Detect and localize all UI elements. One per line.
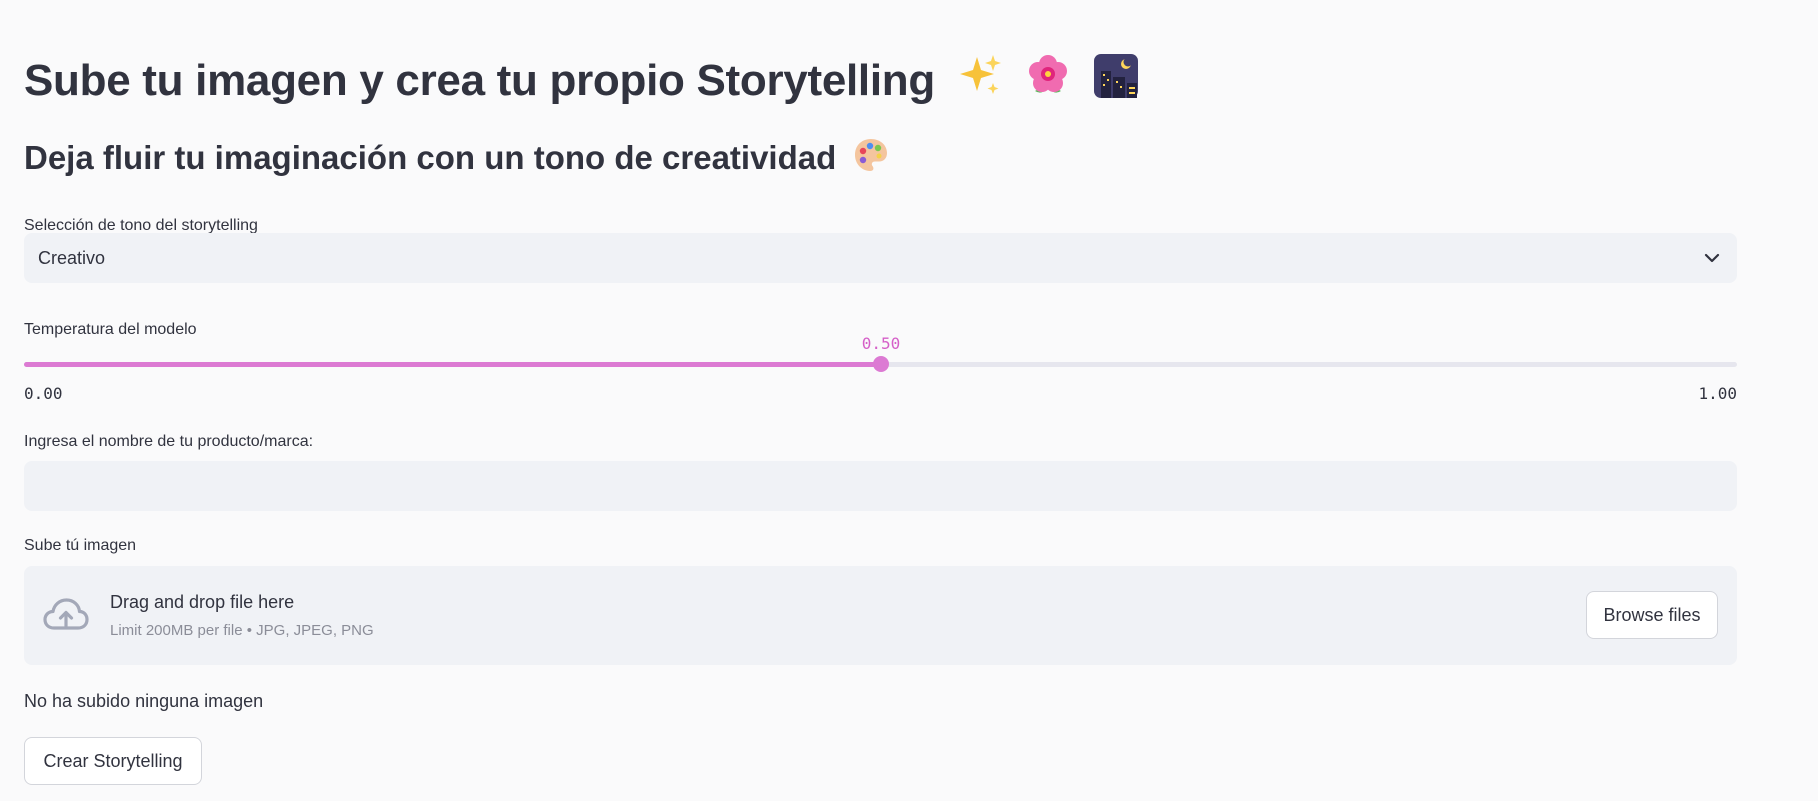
page-subtitle-text: Deja fluir tu imaginación con un tono de… [24, 139, 837, 176]
tone-select-value: Creativo [38, 248, 106, 268]
upload-limit-text: Limit 200MB per file • JPG, JPEG, PNG [110, 622, 374, 639]
flower-icon [1025, 53, 1071, 114]
palette-icon [853, 137, 889, 184]
upload-instruction: Drag and drop file here [110, 592, 295, 612]
upload-status-text: No ha subido ninguna imagen [24, 691, 264, 711]
page-title-text: Sube tu imagen y crea tu propio Storytel… [24, 56, 935, 105]
uploader-label: Sube tú imagen [24, 537, 137, 554]
browse-files-button[interactable]: Browse files [1586, 591, 1718, 639]
page-title: Sube tu imagen y crea tu propio Storytel… [24, 52, 1139, 114]
slider-fill [24, 362, 881, 367]
create-storytelling-button[interactable]: Crear Storytelling [24, 737, 202, 785]
product-name-input[interactable] [24, 461, 1737, 511]
slider-thumb[interactable] [873, 356, 889, 372]
slider-current-value: 0.50 [861, 334, 901, 353]
slider-max-label: 1.00 [1698, 384, 1737, 403]
page-subtitle: Deja fluir tu imaginación con un tono de… [24, 136, 889, 184]
file-uploader-dropzone[interactable]: Drag and drop file here Limit 200MB per … [24, 566, 1737, 665]
product-input-label: Ingresa el nombre de tu producto/marca: [24, 433, 314, 450]
sparkles-icon [957, 53, 1003, 114]
tone-select[interactable]: Creativo [24, 233, 1737, 283]
slider-min-label: 0.00 [24, 384, 63, 403]
night-city-icon [1093, 53, 1139, 114]
chevron-down-icon [1703, 249, 1721, 267]
app-root: Sube tu imagen y crea tu propio Storytel… [0, 0, 1818, 801]
temperature-slider[interactable]: 0.50 0.00 1.00 [24, 330, 1737, 404]
cloud-upload-icon [42, 596, 90, 636]
